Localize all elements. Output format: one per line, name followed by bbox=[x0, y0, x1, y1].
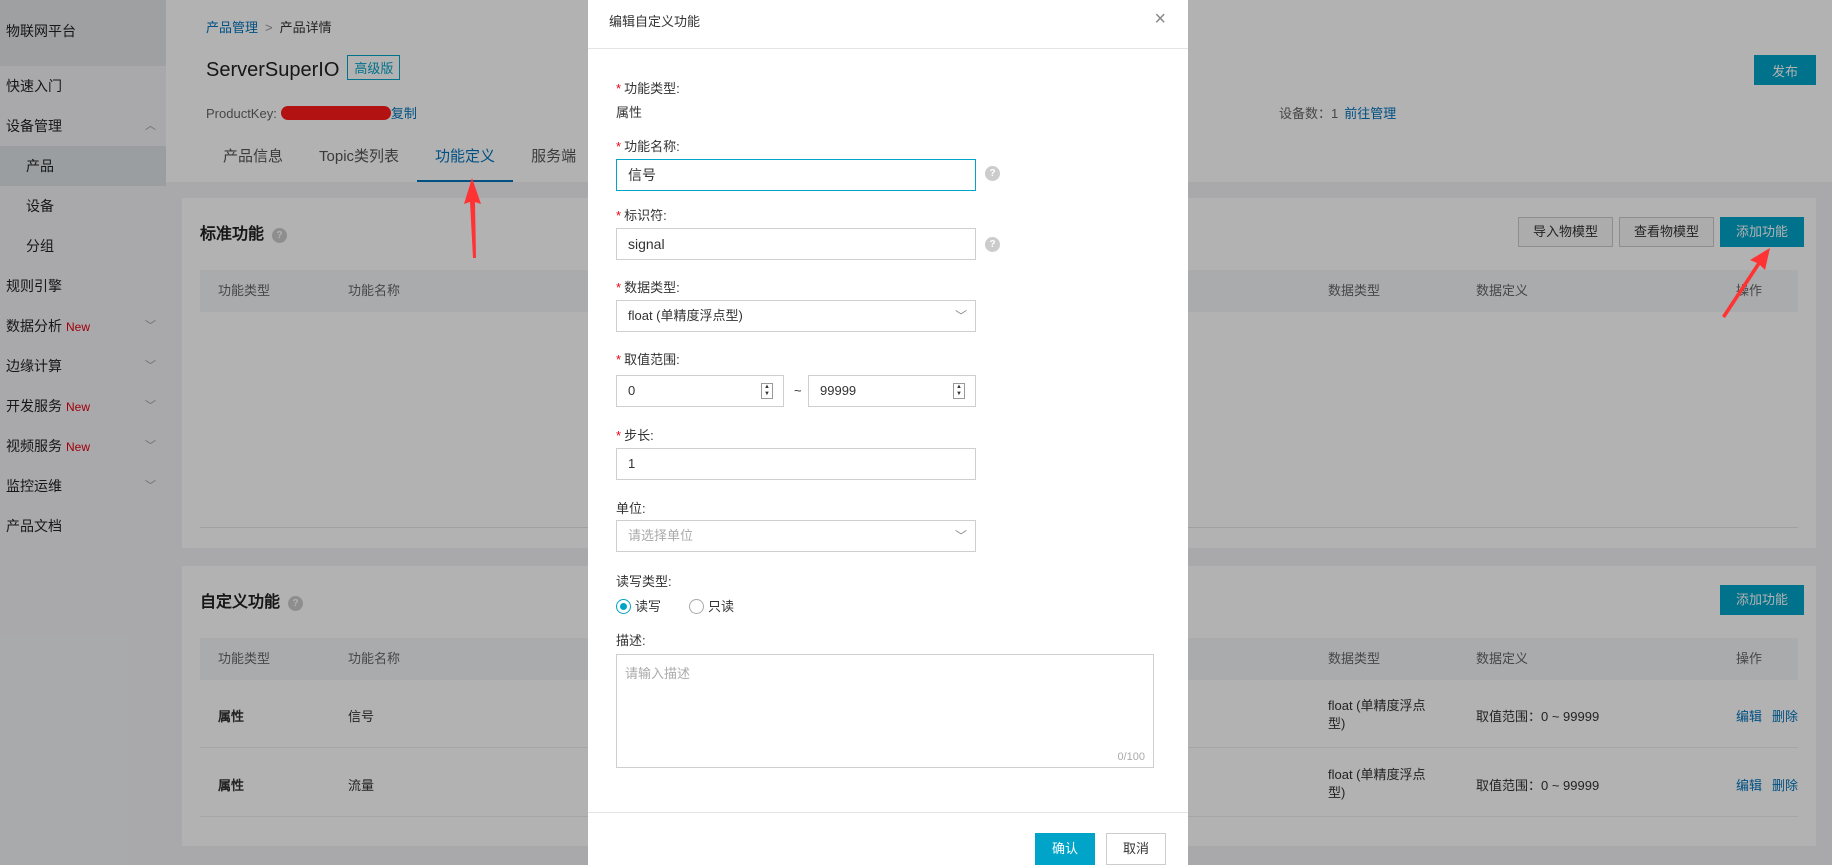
required-mark: * bbox=[616, 352, 622, 367]
required-mark: * bbox=[616, 428, 622, 443]
required-mark: * bbox=[616, 280, 622, 295]
annotation-arrow-icon bbox=[1722, 248, 1770, 318]
close-icon[interactable]: × bbox=[1154, 9, 1166, 29]
identifier-input[interactable]: signal bbox=[616, 228, 976, 260]
range-separator: ~ bbox=[794, 383, 802, 398]
annotation-arrow-icon bbox=[464, 178, 481, 258]
rw-type-label: 读写类型: bbox=[616, 574, 672, 589]
unit-label: 单位: bbox=[616, 501, 646, 516]
range-max-input[interactable]: 99999 ▲ ▼ bbox=[808, 375, 976, 407]
radio-unchecked-icon bbox=[689, 599, 705, 614]
rw-type-radio-group: 读写 只读 bbox=[616, 596, 762, 615]
range-min-input[interactable]: 0 ▲ ▼ bbox=[616, 375, 784, 407]
function-name-label: * 功能名称: bbox=[616, 139, 680, 154]
identifier-label: * 标识符: bbox=[616, 208, 667, 223]
chevron-down-icon: ﹀ bbox=[954, 529, 967, 543]
dialog-footer bbox=[588, 812, 1188, 865]
function-type-label: * 功能类型: bbox=[616, 81, 680, 96]
unit-select[interactable]: 请选择单位 ﹀ bbox=[616, 520, 976, 552]
confirm-button[interactable]: 确认 bbox=[1035, 833, 1095, 865]
data-type-select[interactable]: float (单精度浮点型) ﹀ bbox=[616, 300, 976, 332]
value-range-label: * 取值范围: bbox=[616, 352, 680, 367]
chevron-down-icon: ﹀ bbox=[954, 309, 967, 323]
data-type-label: * 数据类型: bbox=[616, 280, 680, 295]
char-counter: 0/100 bbox=[1117, 751, 1145, 763]
dialog-title: 编辑自定义功能 bbox=[609, 14, 701, 29]
description-textarea[interactable]: 请输入描述 0/100 bbox=[616, 654, 1154, 768]
required-mark: * bbox=[616, 208, 622, 223]
function-type-value: 属性 bbox=[616, 105, 643, 120]
stepper-icon[interactable]: ▲ ▼ bbox=[953, 383, 965, 399]
required-mark: * bbox=[616, 81, 622, 96]
dialog-header: 编辑自定义功能 × bbox=[588, 0, 1188, 49]
stepper-icon[interactable]: ▲ ▼ bbox=[761, 383, 773, 399]
help-icon[interactable]: ? bbox=[985, 166, 1000, 181]
radio-read-only[interactable]: 只读 bbox=[689, 596, 734, 615]
cancel-button[interactable]: 取消 bbox=[1106, 833, 1166, 865]
required-mark: * bbox=[616, 139, 622, 154]
step-label: * 步长: bbox=[616, 428, 654, 443]
radio-read-write[interactable]: 读写 bbox=[616, 596, 661, 615]
radio-checked-icon bbox=[616, 599, 631, 614]
description-label: 描述: bbox=[616, 633, 646, 648]
step-input[interactable]: 1 bbox=[616, 448, 976, 480]
help-icon[interactable]: ? bbox=[985, 237, 1000, 252]
function-name-input[interactable]: 信号 bbox=[616, 159, 976, 191]
edit-function-dialog: 编辑自定义功能 × * 功能类型: 属性 * 功能名称: 信号 ? * 标识符: si… bbox=[588, 0, 1188, 865]
